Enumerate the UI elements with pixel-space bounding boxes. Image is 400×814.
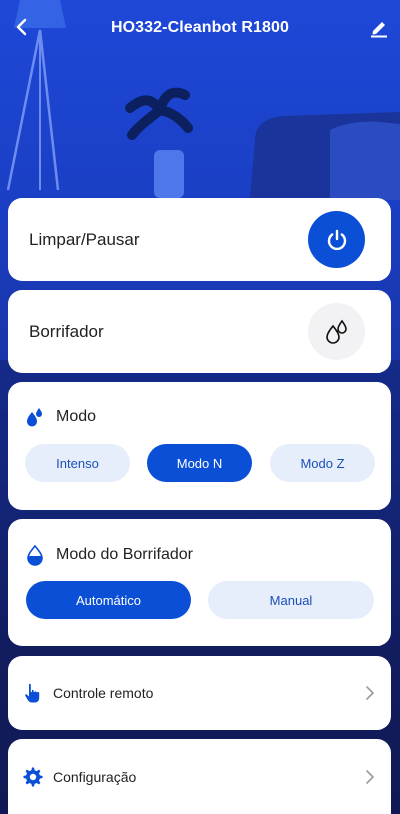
settings-row[interactable]: Configuração bbox=[8, 739, 391, 814]
mode-header: Modo bbox=[24, 406, 96, 428]
sprayer-mode-card: Modo do Borrifador Automático Manual bbox=[8, 519, 391, 646]
clean-pause-label: Limpar/Pausar bbox=[29, 230, 140, 249]
power-button[interactable] bbox=[308, 211, 365, 268]
sprayer-option-automatico[interactable]: Automático bbox=[26, 581, 191, 619]
sprayer-mode-header: Modo do Borrifador bbox=[24, 544, 193, 566]
water-drops-icon bbox=[27, 408, 42, 427]
hand-pointer-icon bbox=[25, 683, 40, 703]
sprayer-card: Borrifador bbox=[8, 290, 391, 373]
sprayer-option-manual[interactable]: Manual bbox=[208, 581, 374, 619]
remote-control-label: Controle remoto bbox=[53, 685, 154, 701]
water-drops-icon bbox=[325, 319, 347, 344]
back-arrow-icon[interactable] bbox=[12, 16, 34, 38]
mode-label: Modo bbox=[56, 408, 97, 425]
power-icon bbox=[327, 229, 346, 250]
settings-label: Configuração bbox=[53, 769, 137, 785]
page-title: HO332-Cleanbot R1800 bbox=[110, 18, 290, 36]
mode-card: Modo Intenso Modo N Modo Z bbox=[8, 382, 391, 510]
remote-control-row[interactable]: Controle remoto bbox=[8, 656, 391, 730]
sprayer-label: Borrifador bbox=[29, 322, 104, 341]
sprayer-toggle-button[interactable] bbox=[308, 303, 365, 360]
half-drop-icon bbox=[27, 544, 43, 566]
mode-option-intenso[interactable]: Intenso bbox=[25, 444, 130, 482]
chevron-right-icon bbox=[366, 686, 375, 700]
chevron-right-icon bbox=[366, 770, 375, 784]
sprayer-mode-label: Modo do Borrifador bbox=[56, 546, 193, 563]
app-header: HO332-Cleanbot R1800 bbox=[0, 0, 400, 56]
clean-pause-card: Limpar/Pausar bbox=[8, 198, 391, 281]
mode-option-modo-n[interactable]: Modo N bbox=[147, 444, 252, 482]
gear-icon bbox=[23, 767, 43, 787]
edit-pencil-icon[interactable] bbox=[368, 16, 390, 38]
mode-option-modo-z[interactable]: Modo Z bbox=[270, 444, 375, 482]
